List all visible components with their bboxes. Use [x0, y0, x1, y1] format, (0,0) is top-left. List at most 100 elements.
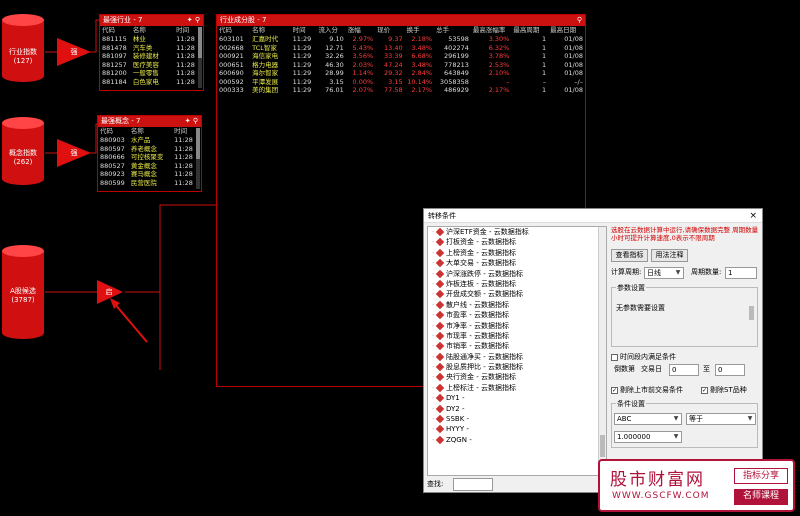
condition-variable-select[interactable]: ABC ▼ [614, 413, 682, 425]
panel-tools-icon[interactable]: ✦ ⚲ [185, 116, 198, 127]
tree-item[interactable]: · 市现率 - 云数据指标 [428, 331, 606, 341]
table-cell: 平潭发展 [252, 77, 279, 86]
exclude-st-label: 剔除ST品种 [710, 386, 747, 394]
tree-item[interactable]: · 开盘成交额 - 云数据指标 [428, 289, 606, 299]
condition-operator-select[interactable]: 等于 ▼ [686, 413, 756, 425]
tree-item[interactable]: · 上榜标注 - 云数据指标 [428, 383, 606, 393]
table-row[interactable]: 880597 养老概念 11:28 [98, 145, 201, 154]
table-row[interactable]: 881200 一般零售 11:28 [100, 69, 203, 78]
tree-item[interactable]: · 央行资金 - 云数据指标 [428, 372, 606, 382]
table-row[interactable]: 881478 汽车类 11:28 [100, 44, 203, 53]
table-cell: 2.10% [488, 69, 510, 77]
table-row[interactable]: 880903 水产品 11:28 [98, 136, 201, 145]
table-cell: 11:29 [292, 35, 312, 43]
exclude-unlisted-checkbox[interactable]: ✓ 剔除上市前交易条件 [611, 385, 683, 395]
col-header[interactable]: 时间 [291, 26, 317, 35]
col-header[interactable]: 最高日期 [548, 26, 585, 35]
table-cell: 民营医院 [130, 178, 157, 187]
panel-tools-icon[interactable]: ✦ ⚲ [187, 15, 200, 26]
col-header[interactable]: 代码 [217, 26, 250, 35]
tree-item[interactable]: · 沪深涨跌停 - 云数据指标 [428, 269, 606, 279]
table-cell: 3.78% [488, 52, 510, 60]
table-row[interactable]: 881184 白色家电 11:28 [100, 78, 203, 87]
scrollbar[interactable] [196, 128, 200, 189]
params-scrollbar[interactable] [749, 306, 754, 320]
tree-item[interactable]: · 市销率 - 云数据指标 [428, 341, 606, 351]
table-cell: 可控核聚变 [130, 153, 164, 161]
tree-item[interactable]: · 股息质押比 - 云数据指标 [428, 362, 606, 372]
col-header[interactable]: 代码 [100, 26, 131, 35]
tree-item[interactable]: · 炸板连板 - 云数据指标 [428, 279, 606, 289]
table-row[interactable]: 600690 海尔智家 11:29 28.99 1.14% 29.32 2.84% 64384… [217, 69, 585, 78]
tree-item[interactable]: · SSBK - [428, 414, 606, 424]
tree-item[interactable]: · ZQGN - [428, 435, 606, 445]
period-select[interactable]: 日线 ▼ [644, 267, 684, 279]
table-row[interactable]: 000333 美的集团 11:29 76.01 2.07% 77.58 2.17% 48692… [217, 86, 585, 95]
table-row[interactable]: 000921 海信家电 11:29 32.26 3.56% 33.39 6.68% 29619… [217, 52, 585, 61]
a-stock-node[interactable]: A股候选 (3787) [1, 245, 45, 339]
col-header[interactable]: 总手 [434, 26, 471, 35]
usage-notes-button[interactable]: 用法注释 [651, 249, 688, 262]
col-header[interactable]: 流入分 [316, 26, 345, 35]
col-header[interactable]: 名称 [131, 26, 174, 35]
scrollbar[interactable] [198, 27, 202, 88]
tree-item[interactable]: · 大单交易 - 云数据指标 [428, 258, 606, 268]
formula-icon [435, 342, 445, 351]
exclude-st-checkbox[interactable]: ✓ 剔除ST品种 [701, 385, 747, 395]
condition-value-select[interactable]: 1.000000 ▼ [614, 431, 682, 443]
tree-item[interactable]: · 打板资金 - 云数据指标 [428, 237, 606, 247]
formula-tree[interactable]: · 沪深ETF资金 - 云数据指标 · 打板资金 - 云数据指标 · 上榜资金 - 云数据… [427, 226, 607, 476]
tree-item[interactable]: · 市盈率 - 云数据指标 [428, 310, 606, 320]
recent-to-input[interactable]: 0 [715, 364, 745, 376]
table-cell: 黄金概念 [130, 161, 157, 170]
table-cell: 600690 [219, 69, 244, 77]
table-row[interactable]: 880666 可控核聚变 11:28 [98, 153, 201, 162]
tree-item[interactable]: · 上榜资金 - 云数据指标 [428, 248, 606, 258]
col-header[interactable]: 涨幅 [346, 26, 375, 35]
table-row[interactable]: 880527 黄金概念 11:28 [98, 162, 201, 171]
col-header[interactable]: 名称 [250, 26, 290, 35]
tree-item[interactable]: · 散户线 - 云数据指标 [428, 300, 606, 310]
strongest-concept-panel[interactable]: 最强概念 - 7 ✦ ⚲ 代码 名称 时间 880903 水产品 11:28 88059… [97, 115, 202, 192]
formula-icon [435, 300, 445, 309]
table-row[interactable]: 880923 赛马概念 11:28 [98, 170, 201, 179]
tree-scrollbar[interactable] [598, 227, 606, 475]
table-row[interactable]: 000592 平潭发展 11:29 3.15 0.00% 3.15 10.14% 305835… [217, 78, 585, 87]
time-range-checkbox[interactable]: 时间段内满足条件 [611, 352, 676, 362]
transfer-condition-dialog[interactable]: 转移条件 × · 沪深ETF资金 - 云数据指标 · 打板资金 - 云数据指标 · 上榜资金… [423, 208, 763, 493]
concept-index-node[interactable]: 概念指数 (262) [1, 117, 45, 185]
col-header[interactable]: 最高涨幅率 [471, 26, 511, 35]
col-header[interactable]: 换手 [405, 26, 434, 35]
period-count-input[interactable]: 1 [725, 267, 757, 279]
find-input[interactable] [453, 478, 493, 491]
table-row[interactable]: 603101 汇嘉时代 11:29 9.10 2.97% 9.37 2.18% 53598 3.… [217, 35, 585, 44]
tree-item[interactable]: · 市净率 - 云数据指标 [428, 321, 606, 331]
col-header[interactable]: 代码 [98, 127, 129, 136]
tree-item[interactable]: · HYYY - [428, 424, 606, 434]
tree-line-icon: · [432, 321, 435, 330]
tree-item[interactable]: · DY2 - [428, 404, 606, 414]
recent-from-input[interactable]: 0 [669, 364, 699, 376]
filter-gate-2[interactable]: 强 [57, 139, 97, 171]
industry-index-node[interactable]: 行业指数 (127) [1, 14, 45, 82]
table-cell: 汽车类 [132, 43, 153, 52]
table-row[interactable]: 000651 格力电器 11:29 46.30 2.03% 47.24 3.48% 77821… [217, 61, 585, 70]
table-row[interactable]: 002668 TCL智家 11:29 12.71 5.43% 13.40 3.48% 4022… [217, 44, 585, 53]
close-icon[interactable]: × [749, 209, 757, 223]
strongest-industry-panel[interactable]: 最强行业 - 7 ✦ ⚲ 代码 名称 时间 881115 林业 11:28 881478… [99, 14, 204, 91]
filter-gate-1[interactable]: 强 [57, 38, 97, 70]
table-row[interactable]: 881115 林业 11:28 [100, 35, 203, 44]
tree-item[interactable]: · 陆股通净买 - 云数据指标 [428, 352, 606, 362]
view-formula-button[interactable]: 查看指标 [611, 249, 648, 262]
col-header[interactable]: 名称 [129, 127, 172, 136]
table-row[interactable]: 881097 装修建材 11:28 [100, 52, 203, 61]
table-row[interactable]: 880599 民营医院 11:28 [98, 179, 201, 188]
tree-item-label: 沪深涨跌停 - 云数据指标 [446, 269, 523, 278]
filter-gate-3[interactable]: 启 [97, 280, 127, 308]
col-header[interactable]: 现价 [375, 26, 404, 35]
tree-item[interactable]: · 沪深ETF资金 - 云数据指标 [428, 227, 606, 237]
panel-pin-icon[interactable]: ⚲ [577, 15, 582, 26]
col-header[interactable]: 最高周期 [511, 26, 548, 35]
table-row[interactable]: 881257 医疗美容 11:28 [100, 61, 203, 70]
tree-item[interactable]: · DY1 - [428, 393, 606, 403]
